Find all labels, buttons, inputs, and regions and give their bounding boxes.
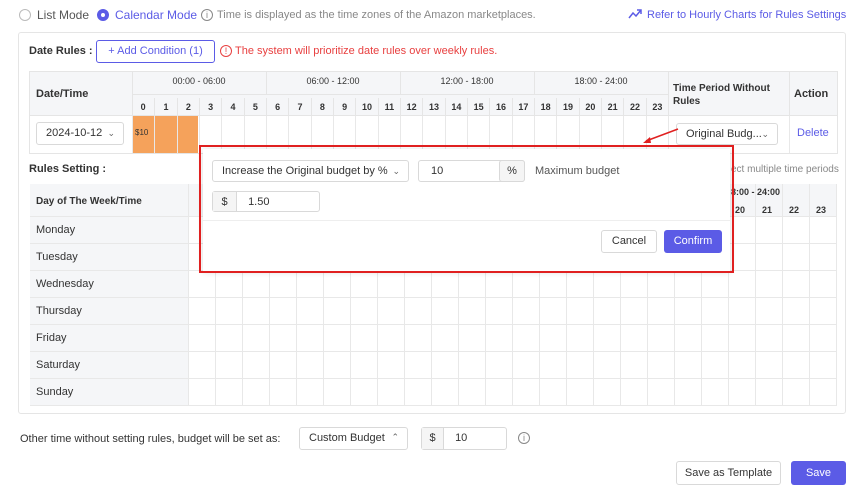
date-select-value: 2024-10-12 (46, 127, 103, 139)
group-06-12: 06:00 - 12:00 (306, 76, 360, 86)
delete-link[interactable]: Delete (797, 127, 829, 139)
rules-setting-label: Rules Setting : (29, 163, 107, 175)
info-icon[interactable]: i (518, 432, 530, 444)
hour-19: 19 (556, 98, 578, 116)
budget-value-input[interactable]: $ 10 (421, 427, 507, 450)
hour-11: 11 (377, 98, 400, 116)
date-rules-label: Date Rules : (29, 45, 93, 57)
hour-5: 5 (243, 98, 266, 116)
chevron-down-icon: ⌄ (107, 128, 115, 138)
annotation-highlight-box (199, 145, 734, 273)
calendar-mode-radio[interactable] (97, 9, 109, 21)
hour-12: 12 (400, 98, 422, 116)
col-action: Action (794, 88, 829, 100)
hour-3: 3 (199, 98, 221, 116)
other-time-label: Other time without setting rules, budget… (20, 433, 281, 445)
day-row-tuesday: Tuesday (30, 244, 188, 271)
hour-0: 0 (140, 102, 146, 112)
hour-15: 15 (467, 98, 489, 116)
trend-chart-icon[interactable] (628, 8, 642, 20)
day-row-thursday: Thursday (30, 298, 188, 325)
hour-20: 20 (578, 98, 601, 116)
hour-2: 2 (176, 98, 199, 116)
list-mode-label[interactable]: List Mode (37, 8, 89, 22)
col-day-of-week: Day of The Week/Time (36, 196, 142, 207)
hour-9: 9 (333, 98, 355, 116)
day-row-monday: Monday (30, 217, 188, 244)
hour-20: 20 (735, 205, 746, 215)
hour-21: 21 (762, 205, 773, 215)
group-00-06: 00:00 - 06:00 (172, 76, 226, 86)
hour-7: 7 (288, 98, 310, 116)
hour-13: 13 (422, 98, 444, 116)
save-as-template-button[interactable]: Save as Template (676, 461, 781, 485)
hour-14: 14 (444, 98, 467, 116)
currency-prefix: $ (422, 428, 444, 449)
hour-22: 22 (789, 205, 800, 215)
group-18-24: 18:00 - 24:00 (574, 76, 628, 86)
time-period-select[interactable]: Original Budg... ⌄ (676, 123, 778, 145)
hour-8: 8 (310, 98, 333, 116)
timezone-note: Time is displayed as the time zones of t… (217, 9, 536, 21)
day-row-sunday: Sunday (30, 379, 188, 406)
budget-type-select[interactable]: Custom Budget ⌃ (299, 427, 408, 450)
hour-10: 10 (355, 98, 377, 116)
day-row-wednesday: Wednesday (30, 271, 188, 298)
hour-18: 18 (534, 98, 556, 116)
time-period-value: Original Budg... (686, 128, 762, 140)
add-condition-button[interactable]: + Add Condition (1) (96, 40, 215, 63)
day-row-friday: Friday (30, 325, 188, 352)
chevron-up-icon: ⌃ (391, 432, 399, 442)
hour-23: 23 (816, 205, 827, 215)
info-icon: i (201, 9, 213, 21)
save-button[interactable]: Save (791, 461, 846, 485)
date-rules-table-header: Date/Time 00:00 - 06:00 06:00 - 12:00 12… (29, 71, 838, 117)
hour-6: 6 (266, 98, 288, 116)
date-select[interactable]: 2024-10-12 ⌄ (36, 122, 124, 145)
budget-type-value: Custom Budget (309, 432, 385, 444)
budget-cell-value: $10 (135, 128, 149, 137)
group-12-18: 12:00 - 18:00 (440, 76, 494, 86)
budget-cell-highlight[interactable]: $10 (132, 116, 198, 153)
hour-16: 16 (489, 98, 511, 116)
day-row-saturday: Saturday (30, 352, 188, 379)
date-rules-warning: The system will prioritize date rules ov… (235, 45, 498, 57)
hourly-charts-link[interactable]: Refer to Hourly Charts for Rules Setting… (647, 9, 846, 21)
col-date-time: Date/Time (36, 88, 89, 100)
annotation-arrow-icon (643, 128, 679, 143)
chevron-down-icon: ⌄ (761, 129, 769, 139)
hour-22: 22 (623, 98, 645, 116)
hour-23: 23 (645, 98, 668, 116)
hour-17: 17 (511, 98, 534, 116)
warning-icon: ! (220, 45, 232, 57)
col-time-period: Time Period Without Rules (673, 83, 770, 107)
list-mode-radio[interactable] (19, 9, 31, 21)
budget-value: 10 (455, 432, 468, 444)
hour-1: 1 (154, 98, 176, 116)
hour-21: 21 (601, 98, 623, 116)
calendar-mode-label[interactable]: Calendar Mode (115, 8, 197, 22)
hour-4: 4 (221, 98, 243, 116)
weekly-header-cell: Day of The Week/Time (30, 184, 188, 217)
rules-setting-hint: ect multiple time periods (731, 164, 839, 175)
